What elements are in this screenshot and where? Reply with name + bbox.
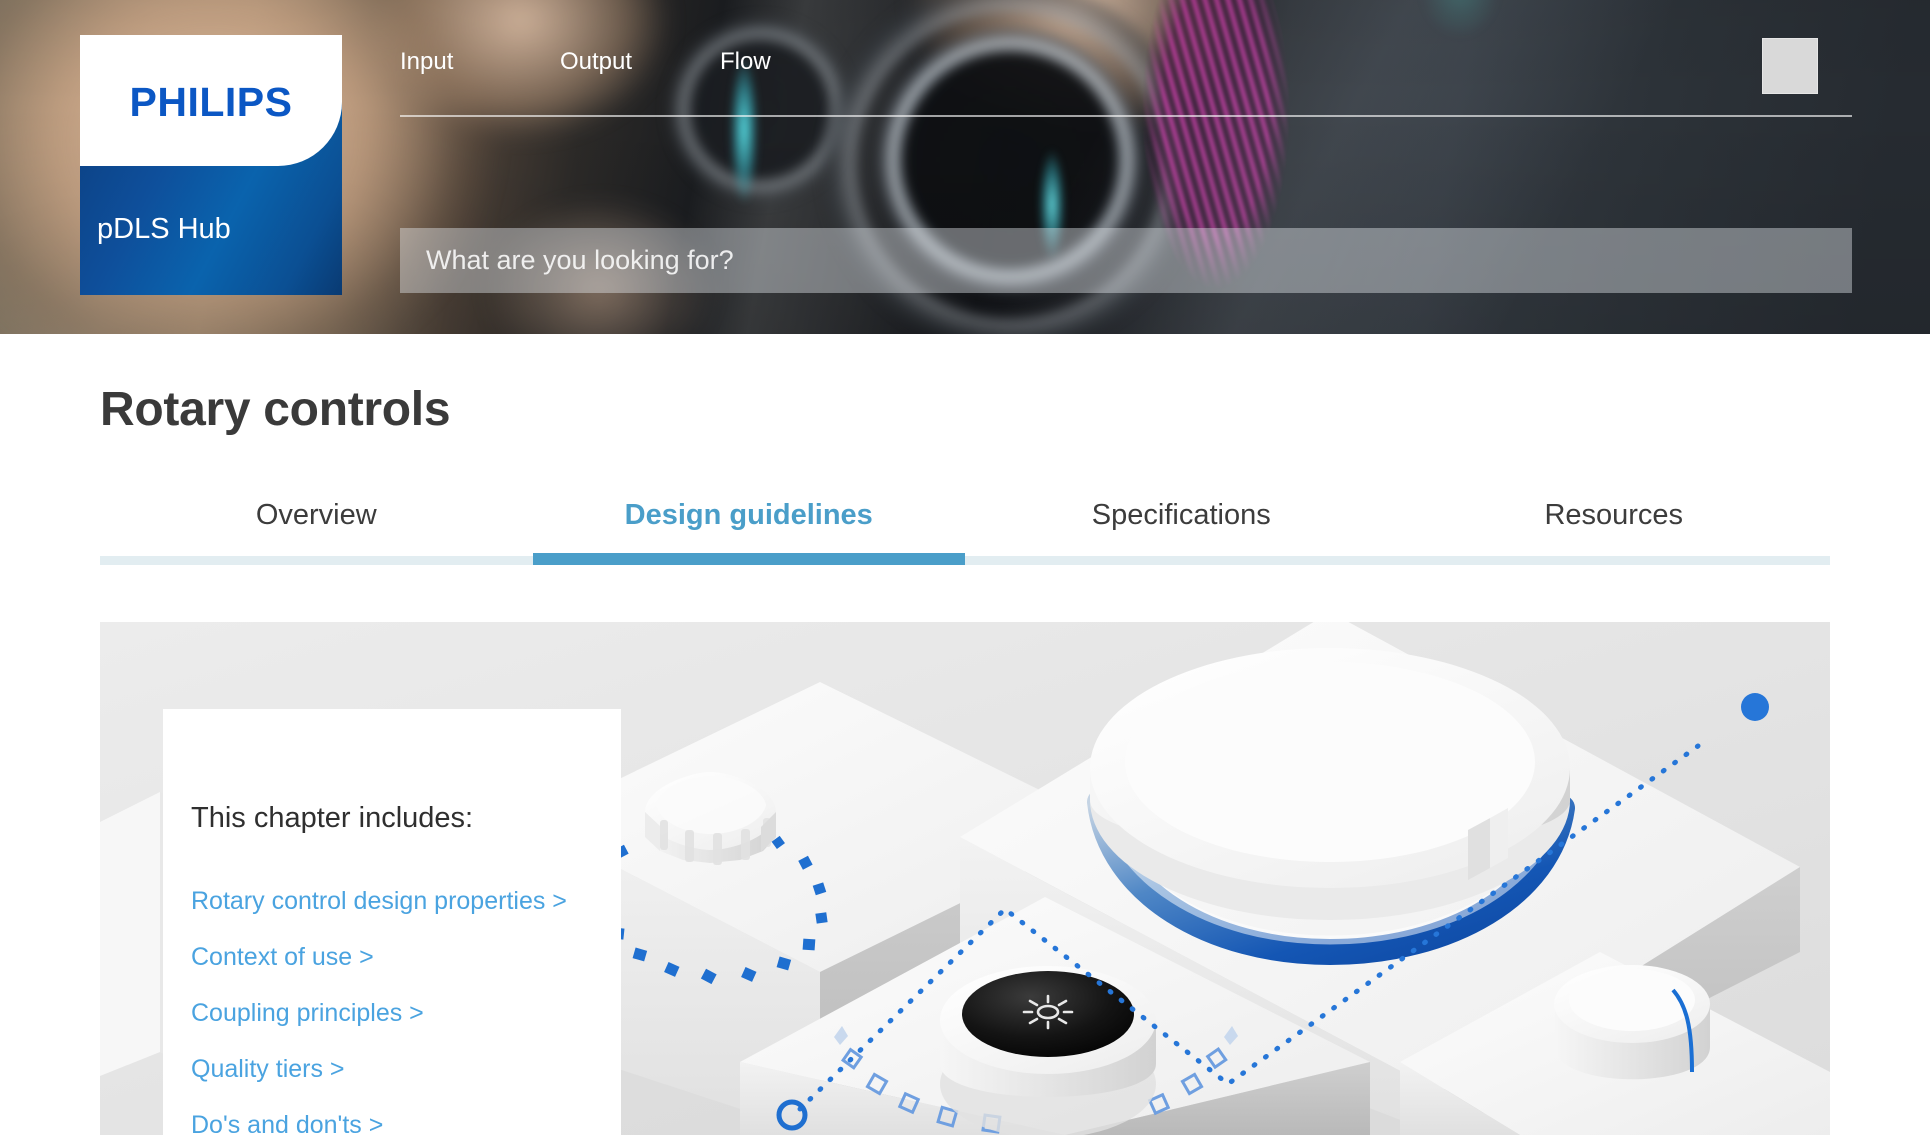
chapter-link-list: Rotary control design properties > Conte… [191,885,611,1135]
chapter-includes-card: This chapter includes: Rotary control de… [163,709,621,1135]
chapter-card-heading: This chapter includes: [191,802,474,834]
tab-resources[interactable]: Resources [1398,492,1831,564]
connector-end-dot [1741,693,1769,721]
content-tabs: Overview Design guidelines Specification… [100,492,1830,564]
search-placeholder: What are you looking for? [426,245,734,275]
chapter-link-rotary-control-design-properties[interactable]: Rotary control design properties > [191,885,611,917]
avatar[interactable] [1762,38,1818,94]
chapter-link-quality-tiers[interactable]: Quality tiers > [191,1053,611,1085]
tab-active-indicator [533,553,965,565]
chapter-link-context-of-use[interactable]: Context of use > [191,941,611,973]
nav-item-output[interactable]: Output [560,48,720,76]
large-rotary-dial [1090,648,1570,920]
chapter-link-coupling-principles[interactable]: Coupling principles > [191,997,611,1029]
product-name-label: pDLS Hub [97,213,231,245]
primary-navigation: Input Output Flow [400,48,880,76]
site-header-banner: PHILIPS pDLS Hub Input Output Flow What … [0,0,1930,334]
tab-overview[interactable]: Overview [100,492,533,564]
display-rotary-knob [940,966,1156,1135]
philips-logo-block[interactable]: PHILIPS pDLS Hub [80,35,342,295]
page-title: Rotary controls [100,383,451,436]
nav-item-input[interactable]: Input [400,48,560,76]
nav-item-flow[interactable]: Flow [720,48,880,76]
navigation-divider [400,115,1852,117]
plain-rotary-knob [1554,965,1710,1080]
chapter-link-dos-and-donts[interactable]: Do's and don'ts > [191,1109,611,1135]
search-input[interactable]: What are you looking for? [400,228,1852,293]
tab-underline-track [100,556,1830,565]
tab-specifications[interactable]: Specifications [965,492,1398,564]
page-root: PHILIPS pDLS Hub Input Output Flow What … [0,0,1930,1135]
philips-wordmark: PHILIPS [129,79,293,125]
